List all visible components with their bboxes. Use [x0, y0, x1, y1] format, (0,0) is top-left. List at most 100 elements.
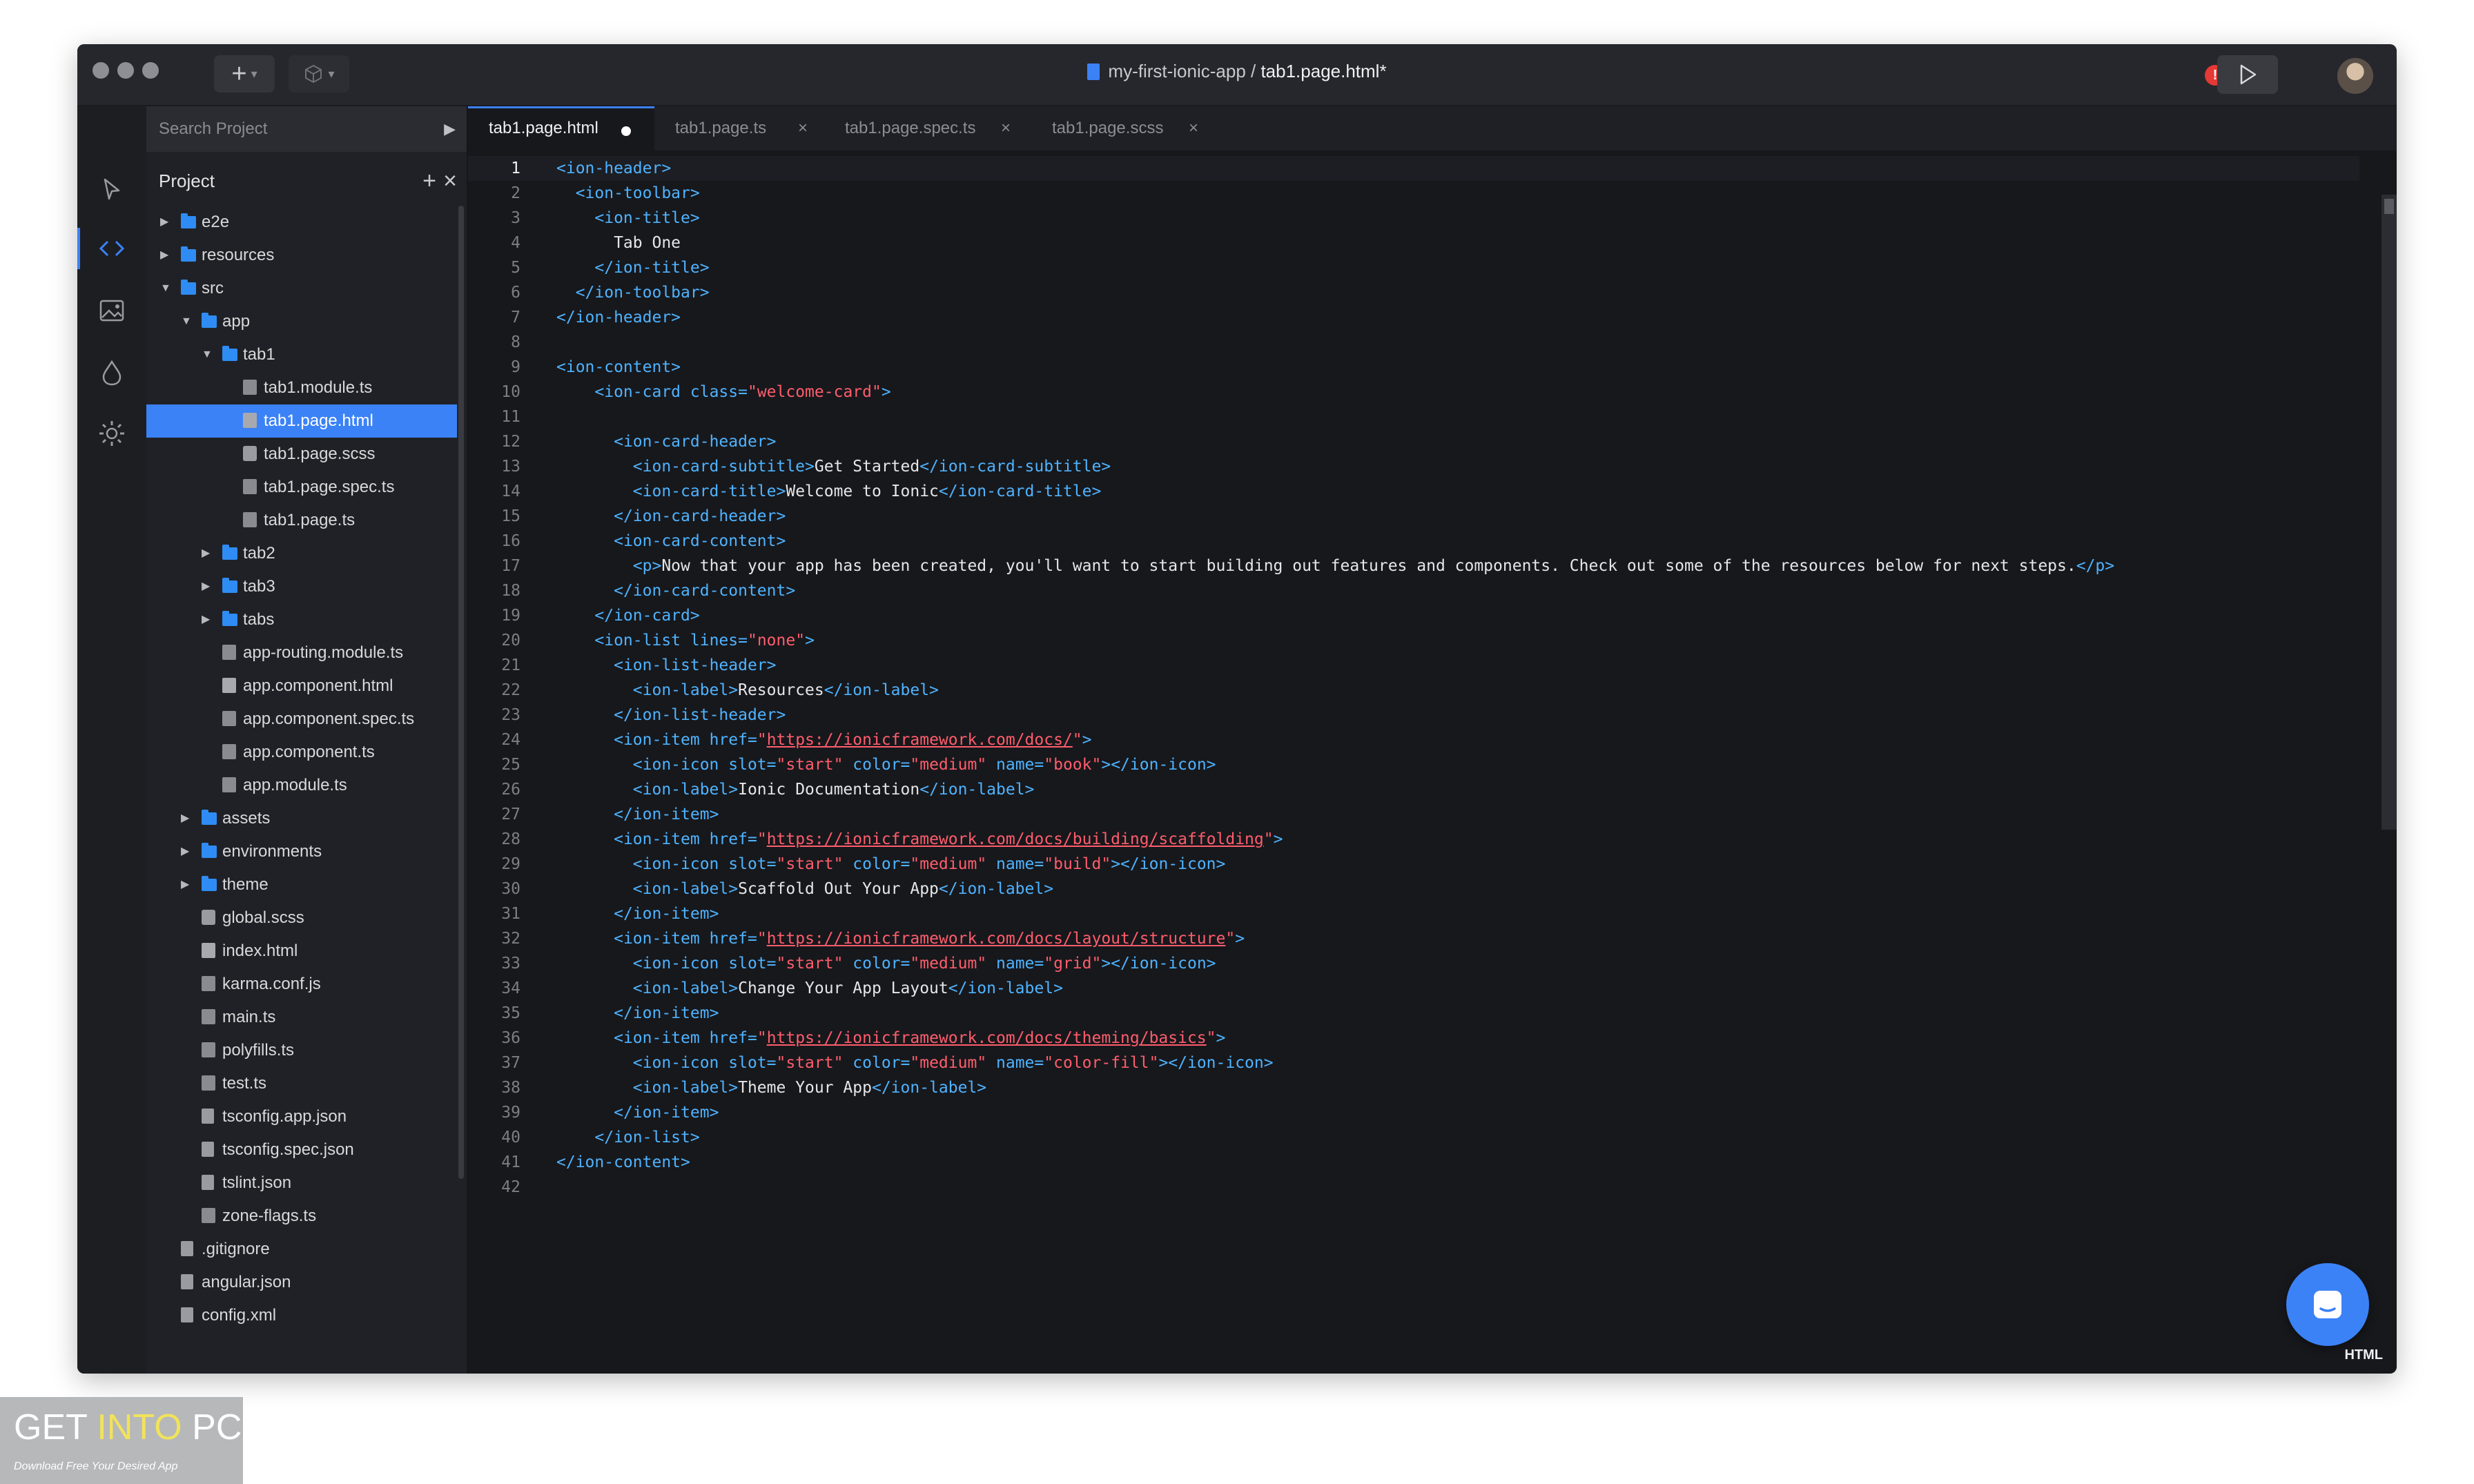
- scroll-thumb[interactable]: [2384, 199, 2394, 214]
- code-line[interactable]: 6 </ion-toolbar>: [468, 280, 2359, 305]
- tree-item-file[interactable]: .gitignore: [146, 1233, 457, 1266]
- code-line[interactable]: 27 </ion-item>: [468, 802, 2359, 827]
- code-line[interactable]: 13 <ion-card-subtitle>Get Started</ion-c…: [468, 454, 2359, 479]
- code-line[interactable]: 32 <ion-item href="https://ionicframewor…: [468, 926, 2359, 951]
- close-tab-icon[interactable]: ×: [1189, 106, 1198, 150]
- code-line[interactable]: 37 <ion-icon slot="start" color="medium"…: [468, 1051, 2359, 1075]
- code-line[interactable]: 35 </ion-item>: [468, 1001, 2359, 1026]
- code-line[interactable]: 18 </ion-card-content>: [468, 578, 2359, 603]
- chevron-right-icon[interactable]: ▶: [444, 106, 456, 152]
- caret-down-icon[interactable]: ▼: [202, 338, 213, 371]
- code-line[interactable]: 42: [468, 1175, 2359, 1200]
- caret-right-icon[interactable]: ▶: [160, 206, 168, 239]
- code-line[interactable]: 22 <ion-label>Resources</ion-label>: [468, 678, 2359, 703]
- caret-down-icon[interactable]: ▼: [160, 272, 171, 305]
- code-icon[interactable]: [97, 233, 127, 264]
- tree-item-file[interactable]: angular.json: [146, 1266, 457, 1299]
- caret-down-icon[interactable]: ▼: [181, 305, 192, 338]
- tree-item-ts[interactable]: app.component.spec.ts: [146, 703, 457, 736]
- editor-scrollbar[interactable]: [2382, 195, 2397, 830]
- code-line[interactable]: 1 <ion-header>: [468, 156, 2359, 181]
- editor-tab[interactable]: tab1.page.ts ×: [654, 106, 824, 150]
- caret-right-icon[interactable]: ▶: [202, 570, 210, 603]
- tree-item-file[interactable]: tsconfig.spec.json: [146, 1133, 457, 1166]
- close-tab-icon[interactable]: ×: [798, 106, 808, 150]
- chat-support-button[interactable]: [2286, 1263, 2369, 1346]
- tree-item-ts[interactable]: zone-flags.ts: [146, 1200, 457, 1233]
- code-line[interactable]: 24 <ion-item href="https://ionicframewor…: [468, 728, 2359, 752]
- code-line[interactable]: 11: [468, 404, 2359, 429]
- tree-item-folder[interactable]: ▶ resources: [146, 239, 457, 272]
- code-line[interactable]: 39 </ion-item>: [468, 1100, 2359, 1125]
- tree-item-ts[interactable]: karma.conf.js: [146, 968, 457, 1001]
- code-line[interactable]: 38 <ion-label>Theme Your App</ion-label>: [468, 1075, 2359, 1100]
- tree-item-scss[interactable]: global.scss: [146, 901, 457, 935]
- tree-item-ts[interactable]: tab1.module.ts: [146, 371, 457, 404]
- code-line[interactable]: 41 </ion-content>: [468, 1150, 2359, 1175]
- add-file-button[interactable]: +: [422, 162, 436, 200]
- code-line[interactable]: 5 </ion-title>: [468, 255, 2359, 280]
- tree-item-ts[interactable]: tab1.page.spec.ts: [146, 471, 457, 504]
- breadcrumb-project[interactable]: my-first-ionic-app: [1108, 61, 1245, 81]
- tree-item-code[interactable]: index.html: [146, 935, 457, 968]
- code-line[interactable]: 19 </ion-card>: [468, 603, 2359, 628]
- tree-item-ts[interactable]: main.ts: [146, 1001, 457, 1034]
- code-line[interactable]: 2 <ion-toolbar>: [468, 181, 2359, 206]
- tree-item-file[interactable]: config.xml: [146, 1299, 457, 1332]
- caret-right-icon[interactable]: ▶: [202, 603, 210, 636]
- code-line[interactable]: 16 <ion-card-content>: [468, 529, 2359, 554]
- code-line[interactable]: 36 <ion-item href="https://ionicframewor…: [468, 1026, 2359, 1051]
- code-line[interactable]: 33 <ion-icon slot="start" color="medium"…: [468, 951, 2359, 976]
- code-line[interactable]: 17 <p>Now that your app has been created…: [468, 554, 2359, 578]
- code-line[interactable]: 10 <ion-card class="welcome-card">: [468, 380, 2359, 404]
- close-tab-icon[interactable]: ×: [1001, 106, 1011, 150]
- code-line[interactable]: 28 <ion-item href="https://ionicframewor…: [468, 827, 2359, 852]
- editor-tab[interactable]: tab1.page.scss ×: [1031, 106, 1211, 150]
- search-project-input[interactable]: Search Project ▶: [146, 106, 467, 152]
- code-line[interactable]: 14 <ion-card-title>Welcome to Ionic</ion…: [468, 479, 2359, 504]
- tree-item-ts[interactable]: test.ts: [146, 1067, 457, 1100]
- code-line[interactable]: 26 <ion-label>Ionic Documentation</ion-l…: [468, 777, 2359, 802]
- user-avatar[interactable]: [2337, 58, 2373, 94]
- breadcrumb-file[interactable]: tab1.page.html*: [1260, 61, 1386, 81]
- tree-item-folder[interactable]: ▼ app: [146, 305, 457, 338]
- language-mode[interactable]: HTML: [2344, 1347, 2383, 1363]
- tree-item-code[interactable]: app.component.html: [146, 670, 457, 703]
- caret-right-icon[interactable]: ▶: [181, 802, 189, 835]
- gear-icon[interactable]: [97, 418, 127, 449]
- tree-item-ts[interactable]: polyfills.ts: [146, 1034, 457, 1067]
- tree-item-folder[interactable]: ▼ src: [146, 272, 457, 305]
- cursor-pointer-icon[interactable]: [97, 174, 127, 204]
- code-line[interactable]: 31 </ion-item>: [468, 901, 2359, 926]
- tree-item-code[interactable]: tab1.page.html: [146, 404, 457, 438]
- tree-item-file[interactable]: tsconfig.app.json: [146, 1100, 457, 1133]
- tree-item-ts[interactable]: tab1.page.ts: [146, 504, 457, 537]
- tree-item-folder[interactable]: ▶ theme: [146, 868, 457, 901]
- code-line[interactable]: 34 <ion-label>Change Your App Layout</io…: [468, 976, 2359, 1001]
- tree-item-folder[interactable]: ▶ e2e: [146, 206, 457, 239]
- code-line[interactable]: 9 <ion-content>: [468, 355, 2359, 380]
- tree-item-ts[interactable]: app.module.ts: [146, 769, 457, 802]
- collapse-button[interactable]: ×: [443, 162, 457, 200]
- code-line[interactable]: 4 Tab One: [468, 231, 2359, 255]
- code-line[interactable]: 29 <ion-icon slot="start" color="medium"…: [468, 852, 2359, 877]
- code-line[interactable]: 7 </ion-header>: [468, 305, 2359, 330]
- editor-tab[interactable]: tab1.page.spec.ts ×: [824, 106, 1031, 150]
- code-line[interactable]: 3 <ion-title>: [468, 206, 2359, 231]
- tree-item-scss[interactable]: tab1.page.scss: [146, 438, 457, 471]
- caret-right-icon[interactable]: ▶: [202, 537, 210, 570]
- tree-item-folder[interactable]: ▶ tab2: [146, 537, 457, 570]
- image-icon[interactable]: [97, 295, 127, 326]
- code-line[interactable]: 23 </ion-list-header>: [468, 703, 2359, 728]
- tree-item-folder[interactable]: ▼ tab1: [146, 338, 457, 371]
- tree-item-ts[interactable]: app-routing.module.ts: [146, 636, 457, 670]
- caret-right-icon[interactable]: ▶: [160, 239, 168, 272]
- run-button[interactable]: [2217, 55, 2278, 94]
- tree-item-folder[interactable]: ▶ tabs: [146, 603, 457, 636]
- code-line[interactable]: 30 <ion-label>Scaffold Out Your App</ion…: [468, 877, 2359, 901]
- tree-item-folder[interactable]: ▶ tab3: [146, 570, 457, 603]
- editor-tab[interactable]: tab1.page.html: [468, 106, 654, 150]
- code-line[interactable]: 20 <ion-list lines="none">: [468, 628, 2359, 653]
- code-line[interactable]: 40 </ion-list>: [468, 1125, 2359, 1150]
- tree-item-folder[interactable]: ▶ assets: [146, 802, 457, 835]
